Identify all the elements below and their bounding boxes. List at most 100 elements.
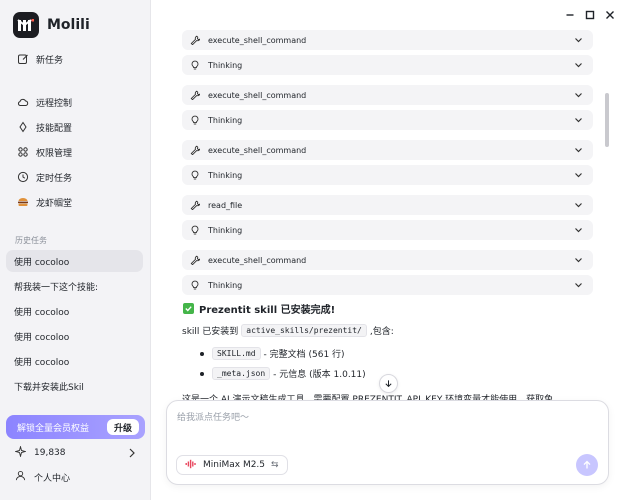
chevron-down-icon[interactable] xyxy=(574,171,583,182)
wrench-icon xyxy=(190,90,200,100)
points-row[interactable]: 19,838 xyxy=(13,444,137,463)
close-icon xyxy=(606,11,614,19)
bulb-icon xyxy=(190,225,200,235)
new-task-button[interactable]: 新任务 xyxy=(8,47,143,71)
result-title-text: Prezentit skill 已安装完成! xyxy=(199,305,336,316)
list-item: SKILL.md - 完整文档 (561 行) xyxy=(200,347,345,360)
tool-call-row[interactable]: execute_shell_command xyxy=(182,140,593,160)
history-item[interactable]: 下载并安装此Skil xyxy=(6,375,143,397)
chevron-down-icon[interactable] xyxy=(574,116,583,127)
tool-call-row[interactable]: Thinking xyxy=(182,165,593,185)
bulb-icon xyxy=(190,60,200,70)
bulb-icon xyxy=(190,280,200,290)
check-icon xyxy=(183,303,194,314)
composer-placeholder[interactable]: 给我派点任务吧～ xyxy=(177,410,249,423)
sidebar-item-label: 龙虾帼堂 xyxy=(36,198,73,209)
minimize-icon xyxy=(566,14,574,16)
install-suffix: ,包含: xyxy=(369,327,394,337)
chat-scrollbar[interactable] xyxy=(605,93,609,147)
file-code: _meta.json xyxy=(212,367,271,380)
tool-call-row[interactable]: Thinking xyxy=(182,110,593,130)
waveform-icon xyxy=(185,459,197,472)
tool-call-name: Thinking xyxy=(208,115,243,125)
sidebar-item-permissions[interactable]: 权限管理 xyxy=(8,140,143,164)
sparkle-icon xyxy=(13,444,28,460)
tool-call-name: Thinking xyxy=(208,280,243,290)
tool-call-row[interactable]: execute_shell_command xyxy=(182,85,593,105)
history-item[interactable]: 使用 cocoloo xyxy=(6,250,143,272)
model-name: MiniMax M2.5 xyxy=(203,460,266,470)
sidebar-item-scheduled[interactable]: 定时任务 xyxy=(8,165,143,189)
tool-call-row[interactable]: Thinking xyxy=(182,275,593,295)
sidebar-item-label: 技能配置 xyxy=(36,123,73,134)
app-name: Molili xyxy=(47,17,90,33)
arrow-up-icon xyxy=(583,460,591,469)
wrench-icon xyxy=(190,145,200,155)
file-desc: - 元信息 (版本 1.0.11) xyxy=(273,370,366,380)
bullet-dot xyxy=(200,351,204,356)
file-code: SKILL.md xyxy=(212,347,261,360)
upgrade-banner[interactable]: 解锁全量会员权益 升级 xyxy=(6,415,145,439)
switch-icon: ⇆ xyxy=(271,460,279,470)
wrench-icon xyxy=(190,35,200,45)
install-path-code: active_skills/prezentit/ xyxy=(241,324,367,337)
tool-call-row[interactable]: Thinking xyxy=(182,55,593,75)
new-task-label: 新任务 xyxy=(36,55,64,66)
points-value: 19,838 xyxy=(34,448,66,458)
tool-call-row[interactable]: Thinking xyxy=(182,220,593,240)
sidebar-item-lobster[interactable]: 龙虾帼堂 xyxy=(8,190,143,214)
minimize-button[interactable] xyxy=(563,8,577,22)
chevron-right-icon xyxy=(127,446,137,463)
chevron-down-icon[interactable] xyxy=(574,256,583,267)
tool-call-name: execute_shell_command xyxy=(208,35,307,45)
history-item[interactable]: 使用 cocoloo xyxy=(6,350,143,372)
clock-icon xyxy=(17,171,29,183)
tool-call-name: Thinking xyxy=(208,225,243,235)
user-center-button[interactable]: 个人中心 xyxy=(15,470,70,484)
user-icon xyxy=(15,470,26,484)
install-prefix: skill 已安装到 xyxy=(182,327,239,337)
chevron-down-icon[interactable] xyxy=(574,91,583,102)
sidebar-item-label: 权限管理 xyxy=(36,148,73,159)
scroll-to-bottom-button[interactable] xyxy=(379,374,398,393)
tool-call-row[interactable]: execute_shell_command xyxy=(182,30,593,50)
upgrade-text: 解锁全量会员权益 xyxy=(17,423,90,434)
history-item[interactable]: 使用 cocoloo xyxy=(6,325,143,347)
history-item[interactable]: 帮我装一下这个技能: xyxy=(6,275,143,297)
bulb-icon xyxy=(190,170,200,180)
grid-icon xyxy=(17,146,29,158)
sidebar-item-label: 定时任务 xyxy=(36,173,73,184)
edit-icon xyxy=(17,53,29,65)
tool-call-row[interactable]: execute_shell_command xyxy=(182,250,593,270)
wrench-icon xyxy=(190,255,200,265)
wrench-icon xyxy=(190,200,200,210)
sidebar-item-skill-config[interactable]: 技能配置 xyxy=(8,115,143,139)
chevron-down-icon[interactable] xyxy=(574,36,583,47)
chevron-down-icon[interactable] xyxy=(574,281,583,292)
tool-call-name: execute_shell_command xyxy=(208,255,307,265)
send-button[interactable] xyxy=(576,454,598,476)
upgrade-button[interactable]: 升级 xyxy=(106,419,139,435)
close-button[interactable] xyxy=(603,8,617,22)
message-composer[interactable]: 给我派点任务吧～ MiniMax M2.5 ⇆ xyxy=(166,400,609,485)
maximize-icon xyxy=(585,10,595,20)
tool-call-name: Thinking xyxy=(208,170,243,180)
install-path-line: skill 已安装到 active_skills/prezentit/ ,包含: xyxy=(182,324,394,337)
result-title: Prezentit skill 已安装完成! xyxy=(183,301,335,316)
model-selector[interactable]: MiniMax M2.5 ⇆ xyxy=(176,455,288,475)
chevron-down-icon[interactable] xyxy=(574,61,583,72)
list-item: _meta.json - 元信息 (版本 1.0.11) xyxy=(200,367,366,380)
maximize-button[interactable] xyxy=(583,8,597,22)
tool-call-row[interactable]: read_file xyxy=(182,195,593,215)
bullet-dot xyxy=(200,371,204,376)
chevron-down-icon[interactable] xyxy=(574,226,583,237)
chevron-down-icon[interactable] xyxy=(574,201,583,212)
arrow-down-icon xyxy=(385,380,392,388)
sidebar-item-remote-control[interactable]: 远程控制 xyxy=(8,90,143,114)
user-center-label: 个人中心 xyxy=(34,473,71,484)
file-desc: - 完整文档 (561 行) xyxy=(263,350,345,360)
chevron-down-icon[interactable] xyxy=(574,146,583,157)
history-item[interactable]: 使用 cocoloo xyxy=(6,300,143,322)
sidebar: Molili 新任务 远程控制 技能配置 权限管理 定时任务 龙虾帼堂 历史任务… xyxy=(0,0,151,500)
tool-call-name: execute_shell_command xyxy=(208,145,307,155)
